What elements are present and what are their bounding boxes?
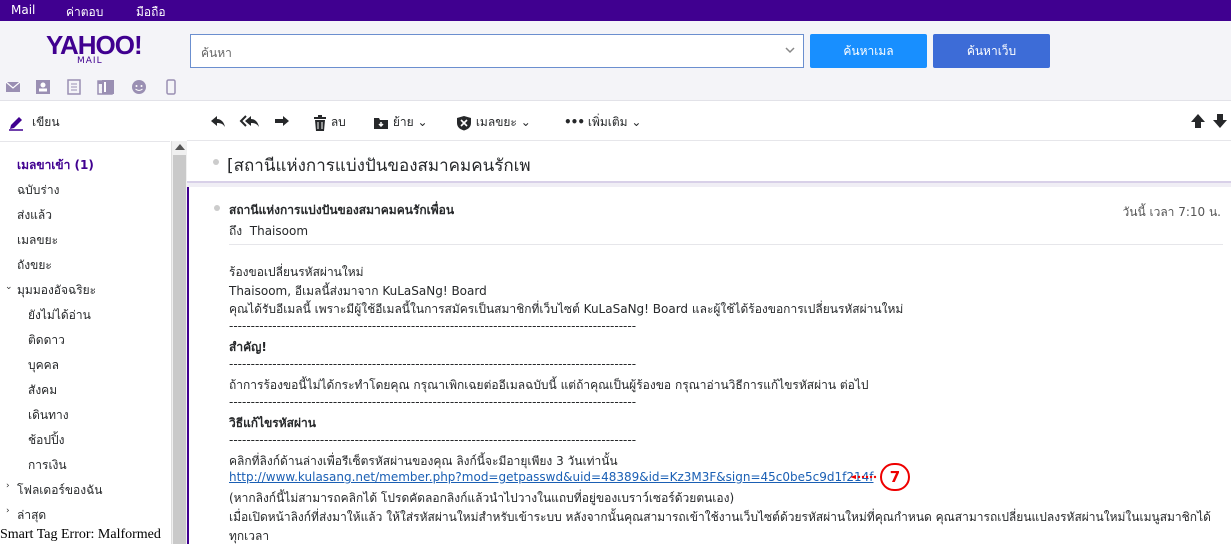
more-dots-icon: ••• (564, 115, 585, 129)
nav-shopping[interactable]: ช้อปปิ้ง (28, 431, 64, 450)
nav-my-folders[interactable]: โฟลเดอร์ของฉัน (17, 481, 103, 500)
body-important: สำคัญ! (229, 340, 267, 354)
callout-arrow-icon (850, 475, 877, 479)
mobile-icon[interactable] (162, 78, 180, 96)
more-button[interactable]: ••• เพิ่มเติม ⌄ (564, 113, 641, 132)
chevron-down-icon: ⌄ (631, 115, 642, 129)
callout-number: 7 (880, 463, 910, 491)
search-placeholder: ค้นหา (201, 46, 232, 60)
nav-divider (0, 141, 170, 142)
compose-button[interactable]: เขียน (8, 113, 60, 132)
nav-people[interactable]: บุคคล (28, 356, 59, 375)
smart-tag-error: Smart Tag Error: Malformed (0, 527, 161, 542)
to-name[interactable]: Thaisoom (250, 224, 308, 238)
left-nav: เขียน เมลขาเข้า (1) ฉบับร่าง ส่งแล้ว เมล… (0, 101, 187, 544)
folder-move-icon (374, 117, 388, 129)
message-sender[interactable]: สถานีแห่งการแบ่งปันของสมาคมคนรักเพื่อน (229, 201, 454, 220)
nav-social[interactable]: สังคม (28, 381, 57, 400)
body-line-5: ถ้าการร้องขอนี้ไม่ได้กระทำโดยคุณ กรุณาเพ… (229, 378, 869, 392)
expand-caret-icon[interactable]: ⌄ (5, 282, 13, 292)
body-separator-3: ----------------------------------------… (229, 395, 637, 409)
nav-scrollbar[interactable] (171, 141, 187, 544)
body-line-7: คลิกที่ลิงก์ด้านล่างเพื่อรีเซ็ตรหัสผ่านข… (229, 454, 618, 468)
nav-starred[interactable]: ติดดาว (28, 331, 65, 350)
body-line-3: คุณได้รับอีเมลนี้ เพราะมีผู้ใช้อีเมลนี้ใ… (229, 302, 904, 316)
contacts-icon[interactable] (34, 78, 52, 96)
nav-travel[interactable]: เดินทาง (28, 406, 69, 425)
message-recipient: ถึง Thaisoom (229, 222, 308, 241)
body-line-11: ทุกเวลา (229, 529, 270, 543)
scroll-up-arrow-icon[interactable] (175, 144, 185, 150)
message-pane: สถานีแห่งการแบ่งปันของสมาคมคนรักเพื่อน ถ… (187, 187, 1231, 544)
body-line-9: (หากลิงก์นี้ไม่สามารถคลิกได้ โปรดคัดลอกล… (229, 491, 735, 505)
mail-icon[interactable] (4, 78, 22, 96)
more-label: เพิ่มเติม (587, 115, 628, 129)
forward-icon[interactable] (273, 113, 291, 129)
topbar-mobile-link[interactable]: มือถือ (136, 3, 166, 22)
nav-trash[interactable]: ถังขยะ (17, 256, 52, 275)
arrow-down-icon[interactable] (1212, 113, 1228, 129)
chevron-down-icon[interactable] (783, 43, 797, 57)
search-web-button[interactable]: ค้นหาเว็บ (933, 34, 1050, 68)
body-howto: วิธีแก้ไขรหัสผ่าน (229, 416, 316, 430)
body-separator-4: ----------------------------------------… (229, 433, 637, 447)
body-line-10: เมื่อเปิดหน้าลิงก์ที่ส่งมาให้แล้ว ให้ใส่… (229, 510, 1211, 524)
nav-sent[interactable]: ส่งแล้ว (17, 206, 52, 225)
messenger-icon[interactable] (130, 78, 148, 96)
chevron-down-icon: ⌄ (417, 115, 428, 129)
spam-label: เมลขยะ (475, 115, 517, 129)
move-button[interactable]: ย้าย ⌄ (373, 113, 428, 132)
read-dot-icon[interactable] (213, 159, 219, 165)
nav-spam[interactable]: เมลขยะ (17, 231, 58, 250)
body-line-1: ร้องขอเปลี่ยนรหัสผ่านใหม่ (229, 265, 364, 279)
nav-drafts[interactable]: ฉบับร่าง (17, 181, 59, 200)
body-separator-1: ----------------------------------------… (229, 319, 637, 333)
spam-button[interactable]: เมลขยะ ⌄ (456, 113, 531, 132)
chevron-down-icon: ⌄ (520, 115, 531, 129)
delete-button[interactable]: ลบ (313, 113, 346, 132)
trash-icon (314, 114, 326, 131)
body-line-2: Thaisoom, อีเมลนี้ส่งมาจาก KuLaSaNg! Boa… (229, 284, 487, 298)
notes-icon[interactable] (99, 78, 117, 96)
topbar-answers-link[interactable]: ค่าตอบ (66, 3, 103, 22)
message-toolbar: ลบ ย้าย ⌄ เมลขยะ ⌄ ••• เพิ่มเติม ⌄ (187, 101, 1231, 141)
search-input[interactable]: ค้นหา (190, 34, 804, 68)
reset-password-link[interactable]: http://www.kulasang.net/member.php?mod=g… (229, 470, 874, 484)
nav-finance[interactable]: การเงิน (28, 456, 67, 475)
message-date: วันนี้ เวลา 7:10 น. (1122, 205, 1221, 219)
body-separator-2: ----------------------------------------… (229, 357, 637, 371)
read-dot-icon-2[interactable] (214, 205, 220, 211)
compose-label: เขียน (32, 115, 60, 129)
notepad-icon[interactable] (65, 78, 83, 96)
collapse-caret-icon[interactable]: › (6, 481, 10, 491)
to-prefix: ถึง (229, 224, 243, 238)
pencil-icon (9, 116, 23, 131)
yahoo-logo[interactable]: YAHOO! (46, 32, 143, 58)
move-label: ย้าย (392, 115, 414, 129)
nav-recent[interactable]: ล่าสุด (17, 506, 46, 525)
message-subject: [สถานีแห่งการแบ่งปันของสมาคมคนรักเพ (227, 156, 531, 176)
topbar-mail-link[interactable]: Mail (11, 3, 35, 17)
header: YAHOO! MAIL ค้นหา ค้นหาเมล ค้นหาเว็บ 15 (0, 21, 1231, 101)
delete-label: ลบ (330, 115, 346, 129)
nav-inbox[interactable]: เมลขาเข้า (1) (17, 156, 94, 175)
top-bar: Mail ค่าตอบ มือถือ (0, 0, 1231, 21)
shield-icon (457, 115, 471, 130)
header-divider (229, 244, 1223, 245)
subject-row: [สถานีแห่งการแบ่งปันของสมาคมคนรักเพ (187, 141, 1231, 181)
scrollbar-thumb[interactable] (173, 155, 186, 544)
search-mail-button[interactable]: ค้นหาเมล (810, 34, 927, 68)
arrow-up-icon[interactable] (1190, 113, 1206, 129)
reply-all-icon[interactable] (239, 113, 261, 129)
nav-unread[interactable]: ยังไม่ได้อ่าน (28, 306, 91, 325)
yahoo-logo-sub: MAIL (77, 56, 103, 66)
nav-smart-views[interactable]: มุมมองอัจฉริยะ (17, 281, 96, 300)
reply-icon[interactable] (209, 113, 227, 129)
collapse-caret-icon-2[interactable]: › (6, 506, 10, 516)
